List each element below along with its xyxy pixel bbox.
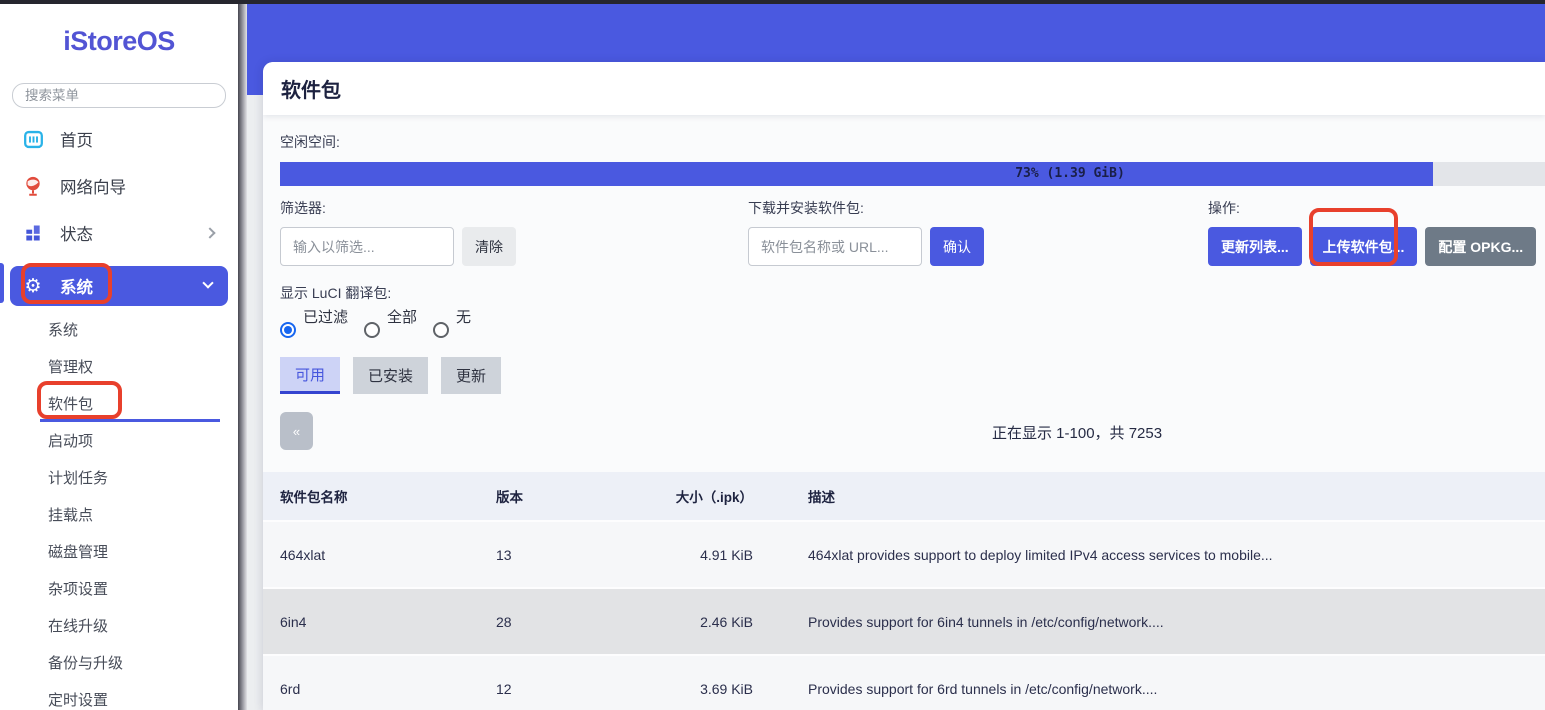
menu-search-input[interactable] [12,83,226,108]
filter-input[interactable] [280,227,454,266]
status-icon [22,222,44,244]
globe-icon [22,175,44,197]
tab-updates[interactable]: 更新 [441,357,501,394]
sidebar-item-label: 系统 [60,274,93,298]
submenu-item-system[interactable]: 系统 [0,311,238,348]
radio-selected-icon[interactable] [280,322,296,338]
col-header-version: 版本 [496,486,626,506]
cell-version: 12 [496,681,626,697]
submenu-item-misc[interactable]: 杂项设置 [0,570,238,607]
cell-description: Provides support for 6rd tunnels in /etc… [808,681,1545,697]
free-space-progressbar: 73% (1.39 GiB) [280,162,1545,186]
cell-package-name: 6rd [263,681,496,697]
download-install-label: 下载并安装软件包: [748,198,1208,218]
col-header-description: 描述 [808,486,1545,506]
submenu-item-software[interactable]: 软件包 [0,385,238,422]
cell-package-name: 464xlat [263,547,496,563]
chevron-right-icon [204,227,215,238]
cell-size: 2.46 KiB [626,614,753,630]
submenu-item-admin[interactable]: 管理权 [0,348,238,385]
col-header-name: 软件包名称 [263,486,496,506]
table-header-row: 软件包名称 版本 大小（.ipk） 描述 [263,472,1545,520]
luci-translations-label: 显示 LuCI 翻译包: [280,283,1545,303]
submenu-item-cron[interactable]: 计划任务 [0,459,238,496]
radio-option-none[interactable]: 无 [433,309,471,338]
card-titlebar: 软件包 [263,62,1545,115]
col-header-size: 大小（.ipk） [626,486,753,506]
pagination-status: 正在显示 1-100，共 7253 [992,422,1162,443]
clear-button[interactable]: 清除 [462,227,516,266]
submenu-item-upgrade[interactable]: 在线升级 [0,607,238,644]
sidebar-item-system[interactable]: ⚙ 系统 [10,266,228,306]
sidebar-item-label: 状态 [60,221,93,245]
sidebar-item-home[interactable]: 首页 [10,125,228,153]
translations-radio-group: 已过滤 全部 无 [280,309,1545,338]
chevron-down-icon [202,277,213,288]
submenu-item-startup[interactable]: 启动项 [0,422,238,459]
page-title: 软件包 [281,74,341,103]
cell-description: 464xlat provides support to deploy limit… [808,547,1545,563]
progressbar-value: 73% (1.39 GiB) [280,162,1545,186]
package-table: 软件包名称 版本 大小（.ipk） 描述 464xlat 13 4.91 KiB… [263,472,1545,710]
sidebar-item-label: 首页 [60,127,93,151]
radio-unselected-icon[interactable] [364,322,380,338]
upload-package-button[interactable]: 上传软件包... [1310,227,1418,266]
radio-option-all[interactable]: 全部 [364,309,417,338]
submenu-item-backup[interactable]: 备份与升级 [0,644,238,681]
home-icon [22,128,44,150]
window-top-edge [0,0,1545,4]
gear-icon: ⚙ [22,275,44,297]
cell-package-name: 6in4 [263,614,496,630]
package-tabs: 可用 已安装 更新 [280,357,1545,394]
sidebar-item-network-wizard[interactable]: 网络向导 [10,172,228,200]
cell-version: 28 [496,614,626,630]
update-lists-button[interactable]: 更新列表... [1208,227,1302,266]
radio-option-filtered[interactable]: 已过滤 [280,309,348,338]
table-row: 6rd 12 3.69 KiB Provides support for 6rd… [263,654,1545,710]
cell-size: 3.69 KiB [626,681,753,697]
submenu-item-mounts[interactable]: 挂载点 [0,496,238,533]
filter-label: 筛选器: [280,198,748,218]
configure-opkg-button[interactable]: 配置 OPKG... [1425,227,1536,266]
radio-unselected-icon[interactable] [433,322,449,338]
submenu-item-schedule[interactable]: 定时设置 [0,681,238,710]
package-url-input[interactable] [748,227,922,266]
main-area: 软件包 空闲空间: 73% (1.39 GiB) 筛选器: 清除 下载并安装软件… [247,4,1545,710]
cell-description: Provides support for 6in4 tunnels in /et… [808,614,1545,630]
active-submenu-underline [40,419,220,422]
submenu-item-disk[interactable]: 磁盘管理 [0,533,238,570]
cell-size: 4.91 KiB [626,547,753,563]
app-logo: iStoreOS [0,26,238,57]
tab-available[interactable]: 可用 [280,357,340,394]
sidebar-scrollbar[interactable] [238,3,247,710]
sidebar-item-label: 网络向导 [60,174,126,198]
table-row: 464xlat 13 4.91 KiB 464xlat provides sup… [263,520,1545,587]
active-menu-edge-marker [0,263,4,303]
actions-label: 操作: [1208,198,1545,218]
tab-installed[interactable]: 已安装 [353,357,428,394]
free-space-label: 空闲空间: [280,132,1545,152]
system-submenu: 系统 管理权 软件包 启动项 计划任务 挂载点 磁盘管理 杂项设置 在线升级 备… [0,311,238,710]
pagination-prev-button[interactable]: « [280,412,313,450]
sidebar: iStoreOS 首页 [0,0,238,710]
cell-version: 13 [496,547,626,563]
table-row-highlighted: 6in4 28 2.46 KiB Provides support for 6i… [263,587,1545,654]
sidebar-menu: 首页 网络向导 状态 [0,125,238,710]
confirm-button[interactable]: 确认 [930,227,984,266]
sidebar-item-status[interactable]: 状态 [10,219,228,247]
content-card: 软件包 空闲空间: 73% (1.39 GiB) 筛选器: 清除 下载并安装软件… [263,62,1545,710]
